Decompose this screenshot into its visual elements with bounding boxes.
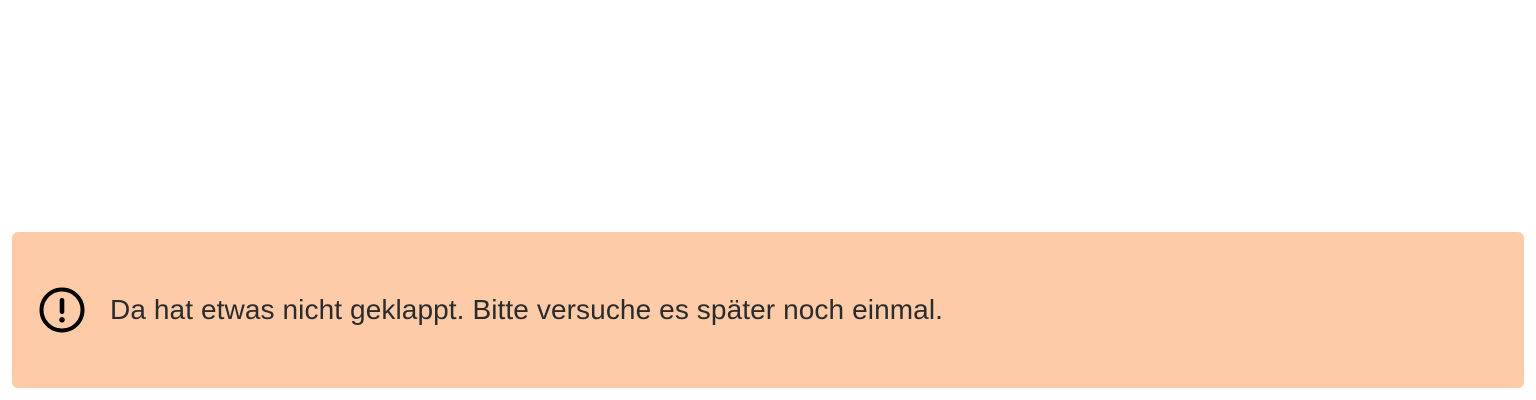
- error-message: Da hat etwas nicht geklappt. Bitte versu…: [110, 294, 944, 325]
- error-alert: Da hat etwas nicht geklappt. Bitte versu…: [12, 232, 1524, 388]
- exclamation-circle-icon: [38, 286, 86, 334]
